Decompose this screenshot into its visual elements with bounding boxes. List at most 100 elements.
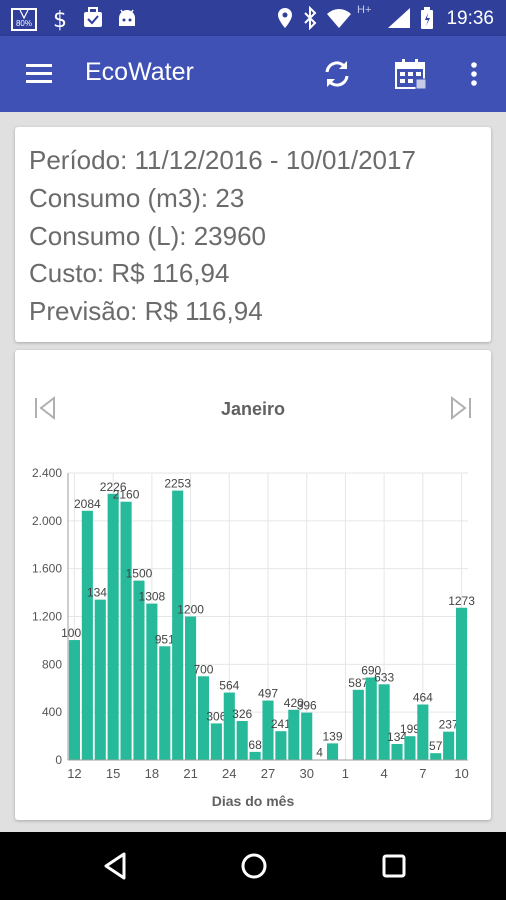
battery-percent-label: 80%: [16, 19, 32, 28]
bar-value-label: 1500: [126, 567, 153, 581]
chart-card: Janeiro 1003 2084 1341 2226 2160 1500 1308 951 2…: [15, 350, 491, 820]
bar-value-label: 306: [206, 709, 226, 723]
summary-card: Período: 11/12/2016 - 10/01/2017 Consumo…: [15, 127, 491, 342]
wifi-icon: [327, 9, 351, 28]
app-title: EcoWater: [85, 58, 194, 86]
bar-value-label: 139: [323, 729, 343, 743]
bar-value-label: 951: [155, 632, 175, 646]
bar-value-label: 57: [429, 739, 443, 753]
bar: [365, 677, 377, 760]
x-axis-label: Dias do mês: [212, 793, 295, 809]
y-tick-label: 2.000: [32, 514, 62, 528]
app-bar: EcoWater: [0, 36, 506, 112]
x-tick-label: 1: [342, 766, 349, 781]
x-tick-label: 10: [454, 766, 468, 781]
svg-text:$: $: [53, 8, 67, 32]
y-tick-label: 0: [55, 753, 62, 767]
x-tick-label: 30: [299, 766, 313, 781]
bar: [172, 490, 184, 760]
x-tick-label: 27: [261, 766, 275, 781]
refresh-icon[interactable]: [321, 58, 353, 90]
bar-value-label: 700: [193, 662, 213, 676]
forecast-text: Previsão: R$ 116,94: [29, 296, 263, 326]
bar: [146, 603, 158, 760]
bar-value-label: 4: [316, 746, 323, 760]
x-tick-label: 12: [67, 766, 81, 781]
bar-value-label: 2084: [74, 497, 101, 511]
location-icon: [278, 8, 292, 28]
bar: [456, 607, 468, 760]
briefcase-icon: [84, 7, 102, 27]
bar-value-label: 237: [439, 718, 459, 732]
bar: [301, 712, 313, 760]
bar: [430, 753, 442, 760]
bar-value-label: 1273: [448, 594, 475, 608]
bar: [223, 692, 235, 760]
y-tick-label: 800: [42, 657, 62, 671]
x-tick-label: 21: [183, 766, 197, 781]
bar: [391, 743, 403, 760]
home-icon[interactable]: [239, 851, 269, 881]
bar: [288, 709, 300, 760]
y-tick-label: 2.400: [32, 466, 62, 480]
bar-value-label: 326: [232, 707, 252, 721]
bar: [185, 616, 197, 760]
period-text: Período: 11/12/2016 - 10/01/2017: [29, 145, 416, 175]
bar: [275, 731, 287, 760]
network-type-label: H+: [357, 4, 372, 16]
bar-value-label: 2160: [113, 488, 140, 502]
bar: [326, 743, 339, 760]
bar: [210, 723, 222, 760]
y-tick-label: 1.600: [32, 562, 62, 576]
bar: [236, 721, 248, 760]
bar: [404, 736, 416, 760]
bar: [94, 599, 106, 760]
consumption-liters-text: Consumo (L): 23960: [29, 221, 267, 251]
skip-next-icon[interactable]: [447, 394, 475, 422]
bluetooth-icon: [304, 6, 317, 30]
bar: [443, 731, 455, 760]
bar-value-label: 1200: [177, 603, 204, 617]
android-icon: [119, 9, 135, 26]
x-tick-label: 7: [419, 766, 426, 781]
consumption-chart: Janeiro 10032084134122262160150013089512…: [31, 394, 475, 809]
skip-previous-icon[interactable]: [31, 394, 59, 422]
bar-value-label: 464: [413, 691, 433, 705]
status-bar: 80% $ H+ 19:36: [0, 0, 506, 36]
x-tick-label: 18: [145, 766, 159, 781]
bar: [133, 580, 145, 760]
bar-value-label: 68: [248, 738, 262, 752]
bar-value-label: 1308: [139, 590, 166, 604]
bar-value-label: 587: [348, 676, 368, 690]
bar-value-label: 497: [258, 687, 278, 701]
bar: [352, 689, 364, 760]
bar: [417, 704, 429, 760]
calendar-icon[interactable]: [394, 58, 426, 90]
bar-value-label: 564: [219, 679, 239, 693]
bar-value-label: 633: [374, 670, 394, 684]
bar-value-label: 396: [297, 699, 317, 713]
x-tick-label: 15: [106, 766, 120, 781]
bar-value-label: 2253: [164, 477, 191, 491]
bar-value-label: 241: [271, 717, 291, 731]
bar: [68, 640, 80, 760]
cost-text: Custo: R$ 116,94: [29, 258, 230, 288]
bar-value-label: 199: [400, 722, 420, 736]
back-icon[interactable]: [100, 851, 130, 881]
x-tick-label: 4: [381, 766, 388, 781]
bar: [249, 751, 261, 760]
menu-icon[interactable]: [24, 58, 56, 90]
bar: [107, 493, 119, 760]
bar: [159, 646, 171, 760]
y-tick-label: 400: [42, 705, 62, 719]
chart-month-title: Janeiro: [221, 399, 285, 419]
recents-icon[interactable]: [379, 851, 409, 881]
bar: [81, 510, 93, 760]
signal-icon: [388, 8, 410, 28]
battery-percent-icon: 80%: [11, 8, 37, 31]
bar: [378, 684, 390, 760]
dollar-icon: $: [53, 8, 67, 32]
y-tick-label: 1.200: [32, 610, 62, 624]
battery-icon: [421, 7, 433, 29]
more-vert-icon[interactable]: [466, 58, 498, 90]
